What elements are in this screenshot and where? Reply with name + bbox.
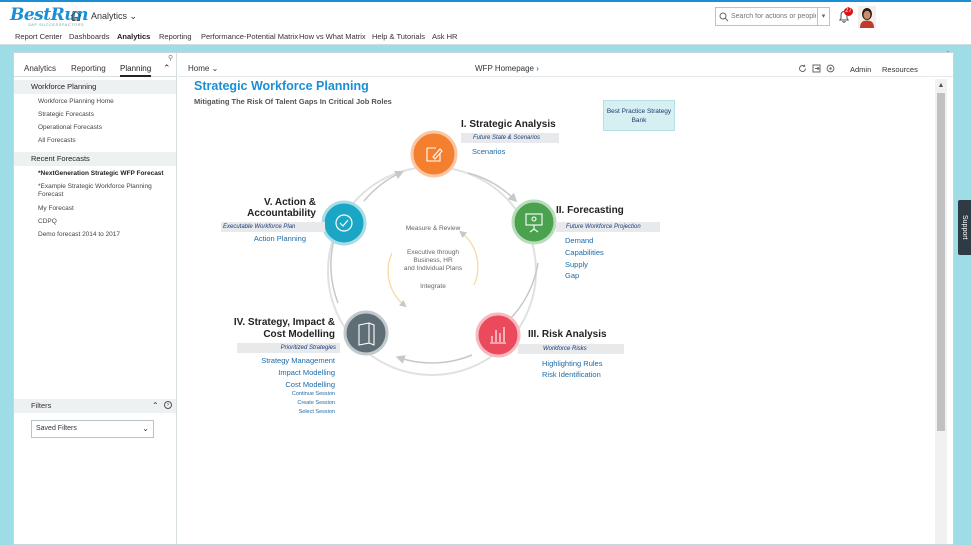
notification-badge: 27: [844, 7, 853, 16]
demand-link[interactable]: Demand: [565, 236, 593, 245]
tab-planning[interactable]: Planning: [120, 64, 152, 77]
collapse-filters-icon[interactable]: ⌃: [152, 401, 159, 410]
add-filter-icon[interactable]: ›: [164, 401, 172, 409]
recent-forecast-item[interactable]: *NextGeneration Strategic WFP Forecast: [38, 170, 173, 178]
cost-modelling-link[interactable]: Cost Modelling: [230, 380, 335, 389]
center-description-line: Business, HR: [413, 257, 453, 264]
left-sidebar: Analytics Reporting Planning ⚲ ⌃ Workfor…: [14, 53, 177, 544]
capabilities-link[interactable]: Capabilities: [565, 248, 604, 257]
highlighting-rules-link[interactable]: Highlighting Rules: [542, 359, 602, 368]
phase-2-subtitle: Future Workforce Projection: [556, 222, 660, 232]
workforce-planning-heading: Workforce Planning: [14, 80, 176, 94]
phase-4-subtitle: Prioritized Strategies: [237, 343, 340, 353]
scrollbar-thumb[interactable]: [937, 93, 945, 431]
nav-how-vs-what-matrix[interactable]: How vs What Matrix: [299, 32, 366, 41]
impact-modelling-link[interactable]: Impact Modelling: [230, 368, 335, 377]
pin-icon[interactable]: ⚲: [168, 54, 173, 62]
phase-5-title-line-1: V. Action &: [263, 197, 316, 208]
recent-forecasts-heading: Recent Forecasts: [14, 152, 176, 166]
collapse-sidebar-icon[interactable]: ⌃: [163, 63, 171, 74]
module-label: Analytics: [91, 11, 128, 21]
gap-link[interactable]: Gap: [565, 271, 579, 280]
main-navigation: Report Center Dashboards Analytics Repor…: [0, 29, 971, 45]
global-search[interactable]: ▾: [715, 7, 830, 26]
sidebar-item-strategic-forecasts[interactable]: Strategic Forecasts: [38, 111, 173, 119]
chevron-down-icon: ⌄: [142, 424, 149, 433]
recent-forecast-item[interactable]: *Example Strategic Workforce Planning Fo…: [38, 183, 173, 199]
recent-forecast-item[interactable]: CDPQ: [38, 218, 173, 226]
select-session-link[interactable]: Select Session: [230, 409, 335, 415]
nav-dashboards[interactable]: Dashboards: [69, 32, 109, 41]
scroll-up-icon[interactable]: ▲: [935, 82, 947, 89]
phase-3-subtitle: Workforce Risks: [518, 344, 624, 354]
user-avatar[interactable]: [858, 6, 876, 28]
support-tab[interactable]: Support: [958, 200, 971, 255]
phase-5-title-line-2: Accountability: [247, 208, 316, 219]
nav-help-tutorials[interactable]: Help & Tutorials: [372, 32, 425, 41]
chevron-down-icon: ⌄: [129, 11, 138, 21]
recent-forecast-item[interactable]: Demo forecast 2014 to 2017: [38, 231, 173, 239]
home-icon[interactable]: [70, 10, 82, 22]
strategy-management-link[interactable]: Strategy Management: [230, 356, 335, 365]
sidebar-item-all-forecasts[interactable]: All Forecasts: [38, 137, 173, 145]
wfp-cycle-diagram: [321, 130, 557, 376]
page-subtitle: Mitigating The Risk Of Talent Gaps In Cr…: [194, 97, 392, 106]
phase-1-title: I. Strategic Analysis: [461, 119, 556, 130]
phase-5-circle[interactable]: [321, 200, 367, 246]
tab-reporting[interactable]: Reporting: [71, 64, 106, 73]
best-practice-strategy-bank-button[interactable]: Best Practice Strategy Bank: [603, 100, 675, 131]
tab-analytics[interactable]: Analytics: [24, 64, 56, 73]
continue-session-link[interactable]: Continue Session: [230, 391, 335, 397]
action-planning-link[interactable]: Action Planning: [218, 234, 306, 243]
center-description-line: Executive through: [406, 249, 460, 256]
measure-review-label: Measure & Review: [405, 225, 461, 232]
app-header: BestRun SAP SUCCESSFACTORS Analytics ⌄ ▾…: [0, 0, 971, 29]
phase-2-title: II. Forecasting: [556, 205, 624, 216]
supply-link[interactable]: Supply: [565, 260, 588, 269]
scenarios-link[interactable]: Scenarios: [472, 147, 505, 156]
sidebar-item-operational-forecasts[interactable]: Operational Forecasts: [38, 124, 173, 132]
phase-4-title-line-1: IV. Strategy, Impact &: [233, 317, 335, 328]
search-icon: [719, 12, 729, 22]
phase-3-title: III. Risk Analysis: [528, 329, 607, 340]
nav-analytics[interactable]: Analytics: [117, 32, 150, 41]
vertical-scrollbar[interactable]: ▲: [935, 79, 947, 544]
nav-reporting[interactable]: Reporting: [159, 32, 192, 41]
page-title: Strategic Workforce Planning: [194, 79, 369, 93]
saved-filters-label: Saved Filters: [36, 425, 77, 432]
search-dropdown-icon[interactable]: ▾: [817, 8, 829, 25]
risk-identification-link[interactable]: Risk Identification: [542, 370, 601, 379]
content-area: Home ⌄ WFP Homepage › Admin Resources St…: [178, 53, 953, 544]
create-session-link[interactable]: Create Session: [230, 400, 335, 406]
sidebar-tabs: Analytics Reporting Planning ⚲ ⌃: [14, 53, 177, 77]
center-description-line: and Individual Plans: [403, 265, 463, 272]
logo-tagline: SAP SUCCESSFACTORS: [28, 22, 85, 27]
nav-performance-potential-matrix[interactable]: Performance-Potential Matrix: [201, 32, 298, 41]
phase-2-circle[interactable]: [511, 199, 557, 245]
saved-filters-select[interactable]: Saved Filters ⌄: [31, 420, 154, 438]
main-panel: Analytics Reporting Planning ⚲ ⌃ Workfor…: [13, 52, 954, 545]
nav-report-center[interactable]: Report Center: [15, 32, 62, 41]
sidebar-item-workforce-planning-home[interactable]: Workforce Planning Home: [38, 98, 173, 106]
phase-1-circle[interactable]: [410, 130, 458, 178]
phase-1-subtitle: Future State & Scenarios: [461, 133, 559, 143]
module-switcher[interactable]: Analytics ⌄: [91, 11, 137, 22]
cycle-arrow: [395, 354, 473, 364]
phase-4-circle[interactable]: [343, 310, 389, 356]
recent-forecast-item[interactable]: My Forecast: [38, 205, 173, 213]
search-input[interactable]: [731, 8, 816, 25]
phase-3-circle[interactable]: [475, 312, 521, 358]
phase-4-title-line-2: Cost Modelling: [263, 329, 335, 340]
nav-ask-hr[interactable]: Ask HR: [432, 32, 457, 41]
integrate-label: Integrate: [420, 283, 446, 290]
phase-5-subtitle: Executable Workforce Plan: [221, 222, 325, 232]
